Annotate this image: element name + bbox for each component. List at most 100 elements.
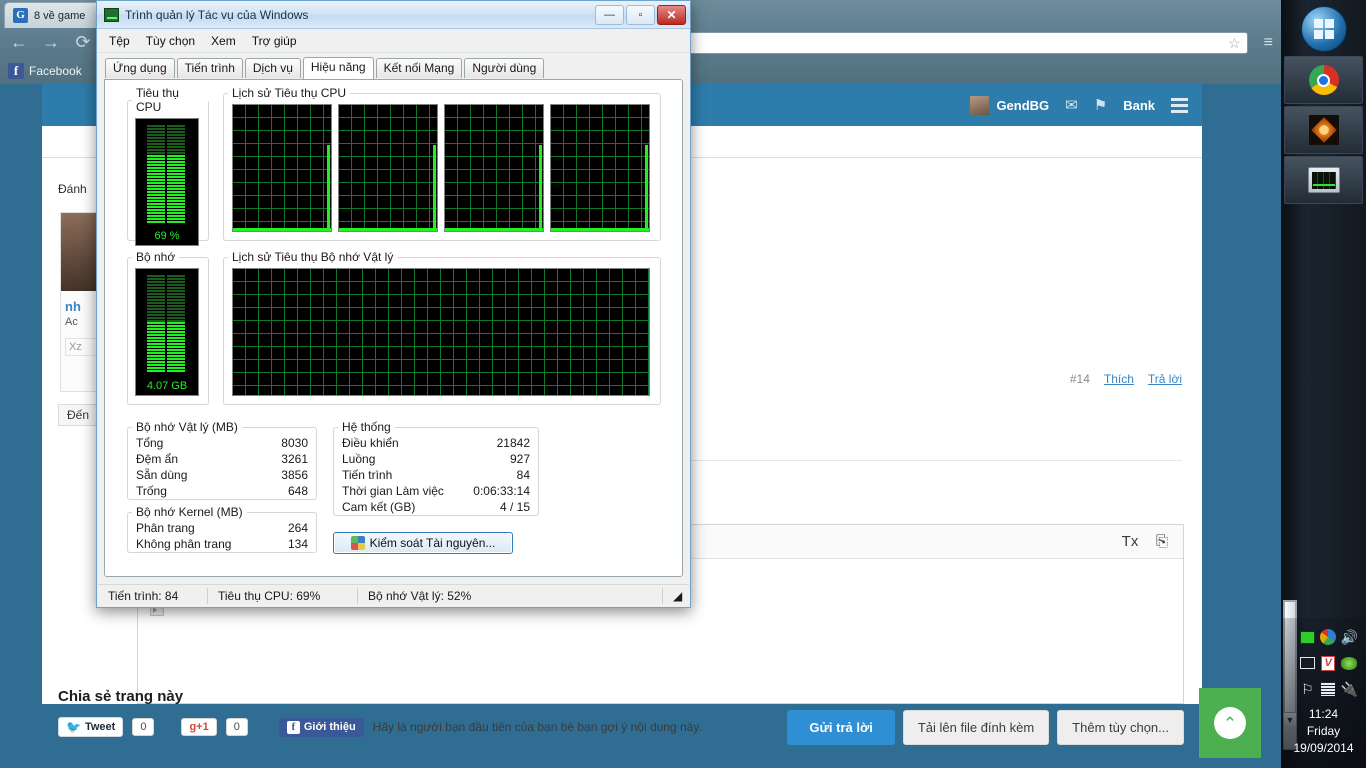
tab-services[interactable]: Dịch vụ — [244, 58, 301, 78]
pm-label-1: Đệm ẩn — [136, 452, 179, 466]
memory-meter-bars — [147, 275, 187, 373]
resource-monitor-button[interactable]: Kiểm soát Tài nguyên... — [333, 532, 513, 554]
tab-networking[interactable]: Kết nối Mạng — [375, 58, 463, 78]
taskbar-item-game[interactable] — [1284, 106, 1363, 154]
memory-label: Bộ nhớ — [136, 250, 176, 264]
cpu-line-4 — [551, 228, 649, 231]
cpu-history-graph-4 — [550, 104, 650, 232]
flag-icon[interactable]: ⚑ — [1094, 98, 1107, 113]
status-memory: Bộ nhớ Vật lý: 52% — [358, 587, 663, 604]
task-manager-taskbar-icon — [1307, 167, 1340, 193]
system-label: Hệ thống — [342, 420, 391, 434]
pm-value-3: 648 — [287, 484, 308, 498]
mail-icon[interactable]: ✉ — [1065, 98, 1078, 113]
kernel-memory-group: Bộ nhớ Kernel (MB) Phân trang 264 Không p… — [127, 505, 317, 553]
bookmark-facebook[interactable]: f Facebook — [8, 63, 82, 79]
screen-icon[interactable] — [1299, 626, 1316, 648]
tab-bar: Ứng dụng Tiến trình Dịch vụ Hiệu năng Kế… — [97, 53, 690, 79]
cpu-usage-group: Tiêu thụ CPU 69 % — [127, 86, 209, 246]
tab-users[interactable]: Người dùng — [464, 58, 545, 78]
cpu-meter-unused — [147, 125, 187, 156]
tweet-button[interactable]: 🐦 Tweet — [58, 717, 124, 737]
cpu-meter-bars — [147, 125, 187, 223]
browser-menu-icon[interactable]: ≡ — [1264, 35, 1273, 51]
tweet-count: 0 — [132, 718, 155, 736]
cpu-history-label: Lịch sử Tiêu thụ CPU — [232, 86, 347, 100]
menu-view[interactable]: Xem — [211, 34, 236, 48]
share-row: 🐦 Tweet 0 g+1 0 f Giới thiệu Hãy là ngườ… — [58, 717, 1198, 737]
minimize-button[interactable]: — — [595, 4, 624, 25]
cpu-history-graph-2 — [338, 104, 438, 232]
tweet-label: Tweet — [84, 721, 116, 733]
facebook-icon: f — [8, 63, 24, 79]
list-icon[interactable] — [1320, 678, 1337, 700]
like-link[interactable]: Thích — [1104, 372, 1134, 386]
editor-extra-icon[interactable]: ⎘ — [1147, 529, 1177, 555]
km-label-1: Không phân trang — [136, 537, 232, 551]
taskbar-item-task-manager[interactable] — [1284, 156, 1363, 204]
resize-grip[interactable]: ◢ — [663, 588, 689, 604]
sys-value-4: 4 / 15 — [499, 500, 530, 514]
reload-icon[interactable]: ⟳ — [72, 32, 94, 54]
volume-icon[interactable]: 🔊 — [1341, 626, 1358, 648]
remove-format-icon[interactable]: Tx — [1115, 529, 1145, 555]
share-block: Chia sẻ trang này 🐦 Tweet 0 g+1 0 f Giới… — [58, 688, 1198, 737]
cpu-spike-4 — [645, 145, 648, 231]
network-icon[interactable] — [1299, 652, 1316, 674]
menu-options[interactable]: Tùy chọn — [146, 34, 195, 48]
taskbar-item-chrome[interactable] — [1284, 56, 1363, 104]
bookmark-label: Facebook — [29, 64, 82, 78]
cpu-line-1 — [233, 228, 331, 231]
gplus-button[interactable]: g+1 — [181, 718, 217, 736]
sys-value-3: 0:06:33:14 — [473, 484, 530, 498]
maximize-button[interactable]: ▫ — [626, 4, 655, 25]
shield-icon — [350, 536, 365, 550]
pm-value-0: 8030 — [281, 436, 308, 450]
pm-value-2: 3856 — [281, 468, 308, 482]
status-bar: Tiến trình: 84 Tiêu thụ CPU: 69% Bộ nhớ … — [98, 584, 689, 606]
download-manager-icon[interactable] — [1320, 626, 1337, 648]
physical-memory-label: Bộ nhớ Vật lý (MB) — [136, 420, 238, 434]
usb-icon[interactable]: 🔌 — [1341, 678, 1358, 700]
scroll-to-top-button[interactable]: ⌃ — [1199, 688, 1261, 758]
sys-label-2: Tiến trình — [342, 468, 393, 482]
tab-performance[interactable]: Hiệu năng — [302, 57, 374, 79]
memory-history-label: Lịch sử Tiêu thụ Bộ nhớ Vật lý — [232, 250, 394, 264]
goto-button[interactable]: Đến — [58, 404, 99, 426]
reply-link[interactable]: Trả lời — [1148, 372, 1182, 386]
cpu-spike-3 — [539, 145, 542, 231]
clock[interactable]: 11:24 Friday 19/09/2014 — [1281, 706, 1366, 757]
km-value-0: 264 — [287, 521, 308, 535]
tab-applications[interactable]: Ứng dụng — [105, 58, 175, 78]
nvidia-icon[interactable] — [1341, 652, 1358, 674]
km-value-1: 134 — [287, 537, 308, 551]
performance-pane: Tiêu thụ CPU 69 % Lịch sử Tiêu thụ CPU B… — [104, 79, 683, 577]
tab-processes[interactable]: Tiến trình — [176, 58, 243, 78]
bookmark-star-icon[interactable]: ☆ — [1228, 35, 1241, 52]
antivirus-icon[interactable]: V — [1320, 652, 1337, 674]
windows-start-icon[interactable] — [1300, 6, 1347, 52]
share-heading: Chia sẻ trang này — [58, 688, 184, 705]
status-cpu: Tiêu thụ CPU: 69% — [208, 587, 358, 604]
back-icon[interactable]: ← — [8, 32, 30, 54]
sys-label-1: Luồng — [342, 452, 376, 466]
tab-favicon: G — [13, 8, 28, 23]
menu-file[interactable]: Tệp — [109, 34, 130, 48]
facebook-share-button[interactable]: f Giới thiệu — [278, 717, 364, 737]
close-button[interactable]: ✕ — [657, 4, 686, 25]
task-manager-window[interactable]: Trình quản lý Tác vụ của Windows — ▫ ✕ T… — [96, 0, 691, 608]
memory-meter-used — [147, 322, 187, 373]
menu-help[interactable]: Trợ giúp — [252, 34, 297, 48]
twitter-icon: 🐦 — [66, 720, 81, 734]
bank-link[interactable]: Bank — [1123, 98, 1155, 113]
username-label: GendBG — [996, 97, 1050, 113]
hamburger-menu-icon[interactable] — [1171, 97, 1188, 113]
forward-icon[interactable]: → — [40, 32, 62, 54]
user-menu[interactable]: GendBG — [970, 95, 1050, 115]
pm-label-0: Tổng — [136, 436, 164, 450]
flag-icon[interactable]: ⚐ — [1299, 678, 1316, 700]
clock-date: 19/09/2014 — [1293, 741, 1354, 755]
sys-value-2: 84 — [516, 468, 530, 482]
chevron-up-icon: ⌃ — [1214, 707, 1246, 739]
cpu-line-2 — [339, 228, 437, 231]
